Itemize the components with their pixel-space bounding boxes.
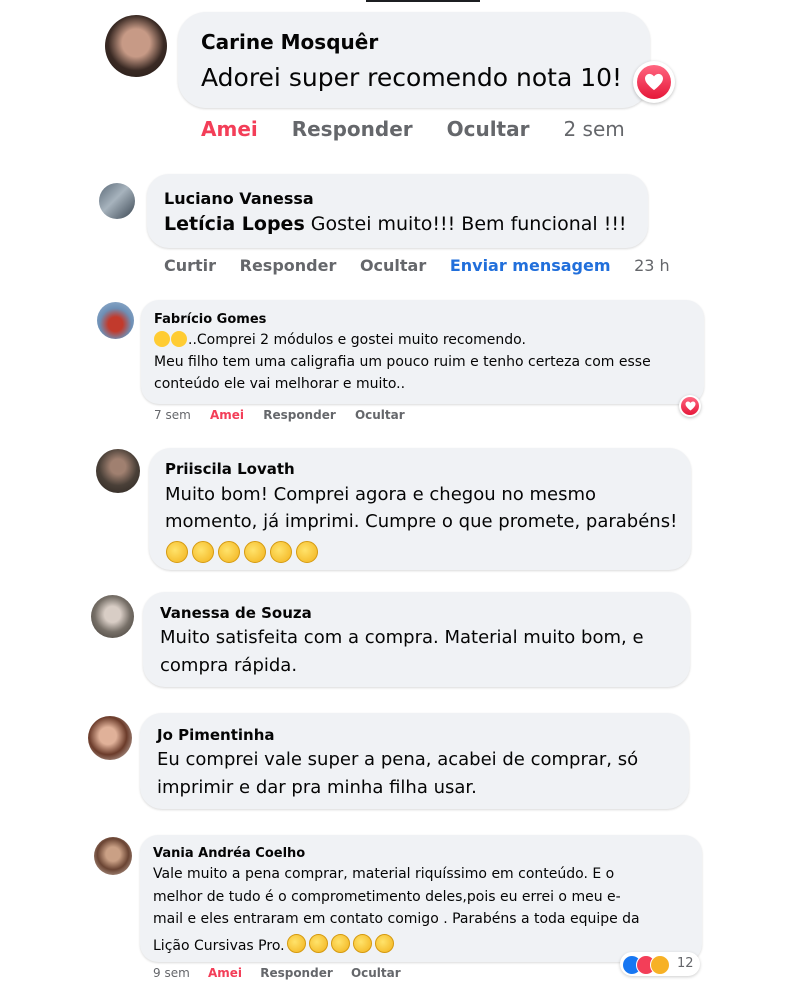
comment-text: Letícia Lopes Gostei muito!!! Bem funcio…	[164, 213, 627, 235]
avatar[interactable]	[97, 302, 134, 339]
wow-icon	[650, 955, 670, 975]
comment-text: Adorei super recomendo nota 10!	[201, 63, 623, 92]
reply-button[interactable]: Responder	[292, 117, 413, 141]
send-message-button[interactable]: Enviar mensagem	[450, 256, 611, 275]
comment-text-line: mail e eles entraram em contato comigo .…	[153, 911, 640, 927]
hide-button[interactable]: Ocultar	[360, 256, 426, 275]
commenter-name[interactable]: Priiscila Lovath	[165, 460, 295, 478]
commenter-name[interactable]: Carine Mosquêr	[201, 30, 378, 54]
clapping-hands-icon	[285, 934, 394, 954]
like-button[interactable]: Curtir	[164, 256, 216, 275]
comment-text-line: Muito satisfeita com a compra. Material …	[160, 627, 644, 648]
hide-button[interactable]: Ocultar	[351, 966, 401, 980]
timestamp[interactable]: 9 sem	[153, 966, 190, 980]
commenter-name[interactable]: Jo Pimentinha	[157, 726, 275, 744]
comment-actions: Curtir Responder Ocultar Enviar mensagem…	[164, 256, 670, 275]
avatar[interactable]	[105, 15, 167, 77]
commenter-name[interactable]: Vanessa de Souza	[160, 604, 312, 622]
heart-reaction-icon[interactable]	[633, 61, 675, 103]
top-divider	[366, 0, 480, 2]
star-struck-emoji-icon	[171, 331, 187, 347]
comment-actions: 7 sem Amei Responder Ocultar	[154, 408, 405, 422]
comment-text-line: imprimir e dar pra minha filha usar.	[157, 777, 477, 798]
timestamp[interactable]: 7 sem	[154, 408, 191, 422]
comment-text-line: Vale muito a pena comprar, material riqu…	[153, 866, 615, 882]
reply-button[interactable]: Responder	[263, 408, 336, 422]
reaction-summary[interactable]: 12	[620, 952, 700, 976]
mention-link[interactable]: Letícia Lopes	[164, 213, 305, 235]
comment-text-line: Muito bom! Comprei agora e chegou no mes…	[165, 484, 597, 505]
clapping-hands-icon	[166, 541, 318, 567]
commenter-name[interactable]: Luciano Vanessa	[164, 189, 314, 208]
comment-text: ..Comprei 2 módulos e gostei muito recom…	[154, 331, 526, 348]
heart-reaction-icon[interactable]	[679, 395, 701, 417]
love-button[interactable]: Amei	[210, 408, 244, 422]
comment-bubble	[147, 174, 648, 248]
avatar[interactable]	[91, 595, 134, 638]
reaction-count: 12	[677, 956, 694, 971]
reply-button[interactable]: Responder	[260, 966, 333, 980]
star-struck-emoji-icon	[154, 331, 170, 347]
reply-button[interactable]: Responder	[240, 256, 337, 275]
commenter-name[interactable]: Vania Andréa Coelho	[153, 846, 305, 861]
comment-text-line: Meu filho tem uma caligrafia um pouco ru…	[154, 354, 651, 370]
love-button[interactable]: Amei	[208, 966, 242, 980]
comment-text-line: Lição Cursivas Pro.	[153, 934, 394, 954]
avatar[interactable]	[96, 449, 140, 493]
comment-text-line: melhor de tudo é o comprometimento deles…	[153, 889, 621, 905]
hide-button[interactable]: Ocultar	[355, 408, 405, 422]
avatar[interactable]	[94, 837, 132, 875]
comment-actions: Amei Responder Ocultar 2 sem	[201, 117, 625, 141]
comment-bubble	[178, 12, 650, 108]
avatar[interactable]	[88, 716, 132, 760]
comment-text-line: Eu comprei vale super a pena, acabei de …	[157, 749, 639, 770]
comment-text-line: momento, já imprimi. Cumpre o que promet…	[165, 511, 678, 532]
love-button[interactable]: Amei	[201, 117, 258, 141]
comment-actions: 9 sem Amei Responder Ocultar	[153, 966, 401, 980]
timestamp[interactable]: 23 h	[634, 256, 670, 275]
timestamp[interactable]: 2 sem	[563, 117, 624, 141]
comment-text-line: conteúdo ele vai melhorar e muito..	[154, 376, 406, 392]
comment-text-line: compra rápida.	[160, 655, 298, 676]
commenter-name[interactable]: Fabrício Gomes	[154, 312, 266, 327]
avatar[interactable]	[99, 183, 135, 219]
hide-button[interactable]: Ocultar	[447, 117, 530, 141]
